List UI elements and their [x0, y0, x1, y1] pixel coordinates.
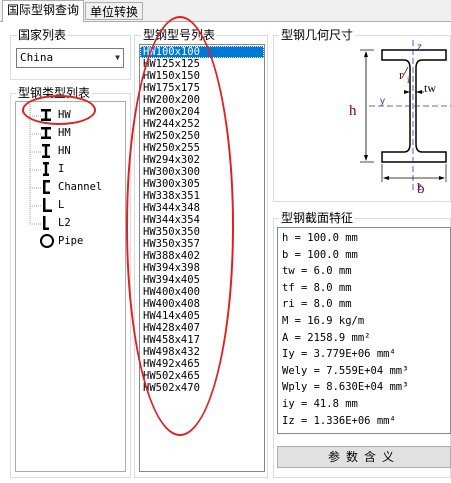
- country-select[interactable]: China ▼: [16, 48, 124, 68]
- section-property-row: tf = 8.0 mm: [282, 281, 352, 294]
- model-list-item[interactable]: HW244x252: [140, 118, 264, 130]
- section-property-row: M = 16.9 kg/m: [282, 314, 365, 327]
- model-list-item[interactable]: HW338x351: [140, 190, 264, 202]
- tree-item-hm[interactable]: HM: [38, 124, 118, 142]
- section-diagram: r i h b tw y z z: [349, 40, 451, 197]
- z-axis-label: z: [417, 42, 422, 53]
- tree-item-hw[interactable]: HW: [38, 106, 118, 124]
- tree-item-label: Pipe: [58, 235, 84, 247]
- tree-item-i[interactable]: I: [38, 160, 118, 178]
- model-list-item[interactable]: HW492x465: [140, 358, 264, 370]
- model-list-item[interactable]: HW294x302: [140, 154, 264, 166]
- model-list-item[interactable]: HW400x408: [140, 298, 264, 310]
- section-property-row: iy = 41.8 mm: [282, 397, 358, 410]
- tree-item-l[interactable]: L: [38, 196, 118, 214]
- channel-icon: [43, 180, 50, 194]
- country-group-label: 国家列表: [16, 28, 69, 42]
- model-list-item[interactable]: HW300x300: [140, 166, 264, 178]
- model-list-item[interactable]: HW428x407: [140, 322, 264, 334]
- model-list-item[interactable]: HW200x204: [140, 106, 264, 118]
- model-list-item[interactable]: HW498x432: [140, 346, 264, 358]
- country-select-value: China: [20, 51, 54, 64]
- tree-item-label: HM: [58, 127, 71, 139]
- i-beam-icon: [42, 144, 50, 158]
- model-list-item[interactable]: HW394x398: [140, 262, 264, 274]
- model-list-item[interactable]: HW250x250: [140, 130, 264, 142]
- model-list-item[interactable]: HW350x357: [140, 238, 264, 250]
- tree-item-channel[interactable]: Channel: [38, 178, 118, 196]
- section-property-row: Iy = 3.779E+06 mm⁴: [282, 348, 396, 361]
- model-list-item[interactable]: HW200x200: [140, 94, 264, 106]
- i-beam-icon: [41, 127, 51, 139]
- tree-item-label: HN: [58, 145, 71, 157]
- model-list-item[interactable]: HW350x350: [140, 226, 264, 238]
- y-axis-label: y: [380, 96, 385, 107]
- i-beam-icon: [43, 162, 49, 176]
- tree-item-l2[interactable]: L2: [38, 214, 118, 232]
- model-list-item[interactable]: HW400x400: [140, 286, 264, 298]
- tree-item-label: Channel: [58, 181, 103, 193]
- type-tree-group-label: 型钢类型列表: [16, 86, 93, 100]
- angle-icon: [43, 198, 52, 212]
- model-listbox[interactable]: HW100x100 HW125x125 HW150x150 HW175x175 HW20…: [139, 44, 265, 472]
- section-property-row: ri = 8.0 mm: [282, 298, 352, 311]
- model-list-item[interactable]: HW458x417: [140, 334, 264, 346]
- section-properties-box: h = 100.0 mm b = 100.0 mm tw = 6.0 mm tf = …: [277, 227, 451, 434]
- i-beam-icon: [41, 109, 51, 121]
- section-property-row: Wely = 7.559E+04 mm³: [282, 364, 409, 377]
- model-list-item[interactable]: HW394x405: [140, 274, 264, 286]
- section-property-row: A = 2158.9 mm²: [282, 331, 371, 344]
- model-list-item[interactable]: HW344x348: [140, 202, 264, 214]
- tree-item-label: L2: [58, 217, 71, 229]
- section-property-row: h = 100.0 mm: [282, 232, 358, 244]
- tree-item-pipe[interactable]: Pipe: [38, 232, 118, 250]
- chevron-down-icon: ▼: [115, 53, 120, 62]
- model-list-item[interactable]: HW388x402: [140, 250, 264, 262]
- section-property-row: Iz = 1.336E+06 mm⁴: [282, 414, 396, 427]
- tab-unit-conversion[interactable]: 单位转换: [85, 2, 143, 20]
- model-list-item[interactable]: HW502x470: [140, 382, 264, 394]
- model-list-item[interactable]: HW100x100: [140, 46, 264, 58]
- tree-item-label: I: [58, 163, 65, 175]
- pipe-icon: [40, 234, 54, 248]
- section-group-label: 型钢截面特征: [279, 211, 356, 225]
- model-list-item[interactable]: HW502x465: [140, 370, 264, 382]
- h-label: h: [349, 103, 357, 119]
- section-property-row: Wply = 8.630E+04 mm³: [282, 381, 409, 394]
- model-list-item[interactable]: HW344x354: [140, 214, 264, 226]
- angle-icon: [43, 216, 49, 230]
- model-list-item[interactable]: HW250x255: [140, 142, 264, 154]
- r-label: r: [399, 67, 404, 82]
- parameter-meaning-button[interactable]: 参数含义: [277, 446, 451, 468]
- model-list-item[interactable]: HW150x150: [140, 70, 264, 82]
- model-list-group-label: 型钢型号列表: [141, 28, 218, 42]
- tab-steel-query[interactable]: 国际型钢查询: [2, 0, 84, 22]
- model-list-item[interactable]: HW175x175: [140, 82, 264, 94]
- model-list-item[interactable]: HW125x125: [140, 58, 264, 70]
- tab-bar: 国际型钢查询 单位转换: [0, 0, 451, 22]
- section-property-row: tw = 6.0 mm: [282, 265, 352, 278]
- tree-item-label: HW: [58, 109, 71, 121]
- z-axis-label-bottom: z: [417, 182, 422, 193]
- tree-item-label: L: [58, 199, 65, 211]
- tree-item-hn[interactable]: HN: [38, 142, 118, 160]
- tw-label: tw: [424, 81, 436, 95]
- model-list-item[interactable]: HW300x305: [140, 178, 264, 190]
- model-list-item[interactable]: HW414x405: [140, 310, 264, 322]
- section-property-row: b = 100.0 mm: [282, 248, 358, 261]
